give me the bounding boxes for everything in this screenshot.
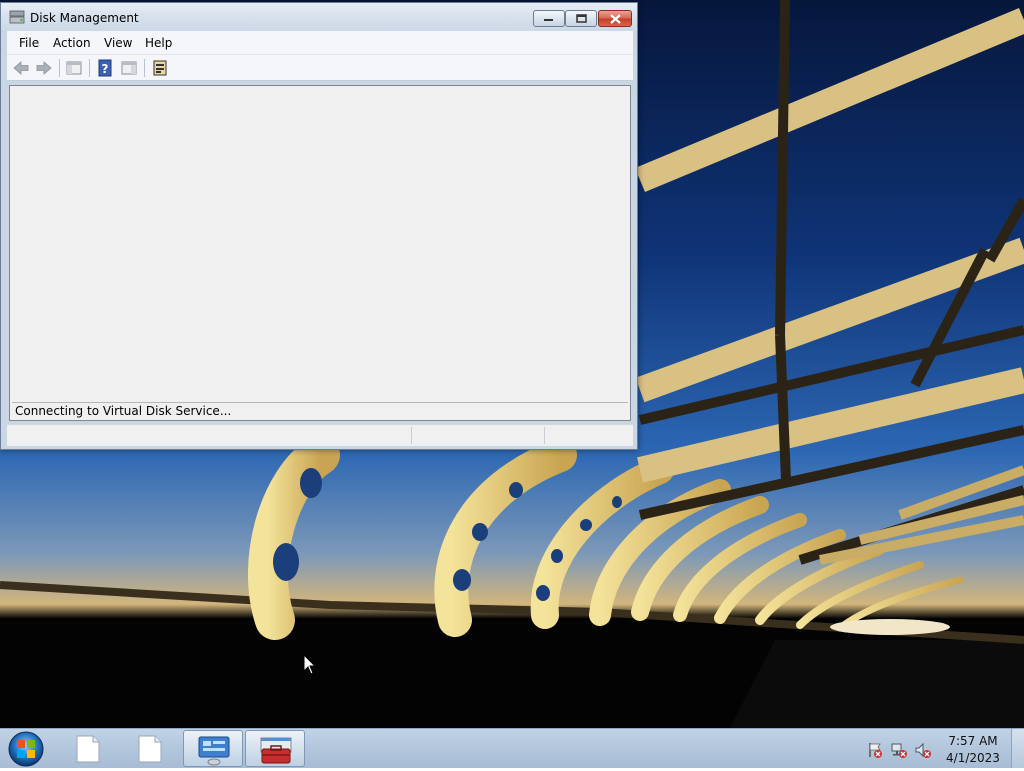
toolbar-separator: [59, 59, 60, 77]
menu-action[interactable]: Action: [53, 36, 91, 50]
server-manager-icon: [198, 736, 230, 766]
document-icon: [76, 735, 100, 763]
toolbar-separator: [144, 59, 145, 77]
window-status-bar: [7, 424, 633, 446]
disk-management-icon: [9, 10, 25, 24]
start-orb-button[interactable]: [6, 730, 46, 768]
connection-status-bar: Connecting to Virtual Disk Service...: [12, 402, 628, 419]
mouse-pointer-icon: [303, 654, 317, 675]
volume-muted-icon[interactable]: [914, 741, 932, 759]
computer-management-toolbox-icon: [260, 737, 292, 764]
taskbar-computer-management[interactable]: [245, 730, 305, 767]
menu-help[interactable]: Help: [145, 36, 172, 50]
svg-text:?: ?: [102, 62, 109, 76]
maximize-icon: [575, 14, 587, 23]
toolbar: ?: [7, 55, 633, 81]
taskbar-blank-document-2[interactable]: [120, 730, 180, 767]
toolbar-separator: [89, 59, 90, 77]
back-arrow-icon[interactable]: [12, 59, 30, 77]
action-center-flag-icon[interactable]: [866, 741, 884, 759]
show-desktop-button[interactable]: [1011, 729, 1024, 768]
taskbar-blank-document-1[interactable]: [58, 730, 118, 767]
maximize-button[interactable]: [565, 10, 597, 27]
minimize-icon: [544, 18, 553, 21]
document-icon: [138, 735, 162, 763]
menu-file[interactable]: File: [19, 36, 39, 50]
network-icon[interactable]: [890, 741, 908, 759]
minimize-button[interactable]: [533, 10, 565, 27]
disk-management-window[interactable]: Disk Management File Action View Help ? …: [0, 2, 638, 450]
properties-icon[interactable]: [151, 59, 169, 77]
taskbar-server-manager[interactable]: [183, 730, 243, 767]
menu-view[interactable]: View: [104, 36, 132, 50]
status-bar-divider: [544, 427, 545, 444]
taskbar: 7:57 AM 4/1/2023: [0, 728, 1024, 768]
clock-time[interactable]: 7:57 AM: [942, 734, 1004, 748]
status-bar-divider: [411, 427, 412, 444]
main-content-pane: Connecting to Virtual Disk Service...: [9, 85, 631, 421]
connection-status-text: Connecting to Virtual Disk Service...: [15, 404, 232, 418]
window-title: Disk Management: [30, 11, 139, 25]
forward-arrow-icon[interactable]: [35, 59, 53, 77]
menu-bar: File Action View Help: [7, 31, 633, 55]
show-hide-console-tree-icon[interactable]: [65, 59, 83, 77]
close-button[interactable]: [598, 10, 632, 27]
show-action-pane-icon[interactable]: [120, 59, 138, 77]
close-icon: [609, 13, 621, 24]
help-icon[interactable]: ?: [96, 59, 114, 77]
clock-date[interactable]: 4/1/2023: [942, 751, 1004, 765]
window-titlebar[interactable]: Disk Management: [1, 3, 637, 31]
